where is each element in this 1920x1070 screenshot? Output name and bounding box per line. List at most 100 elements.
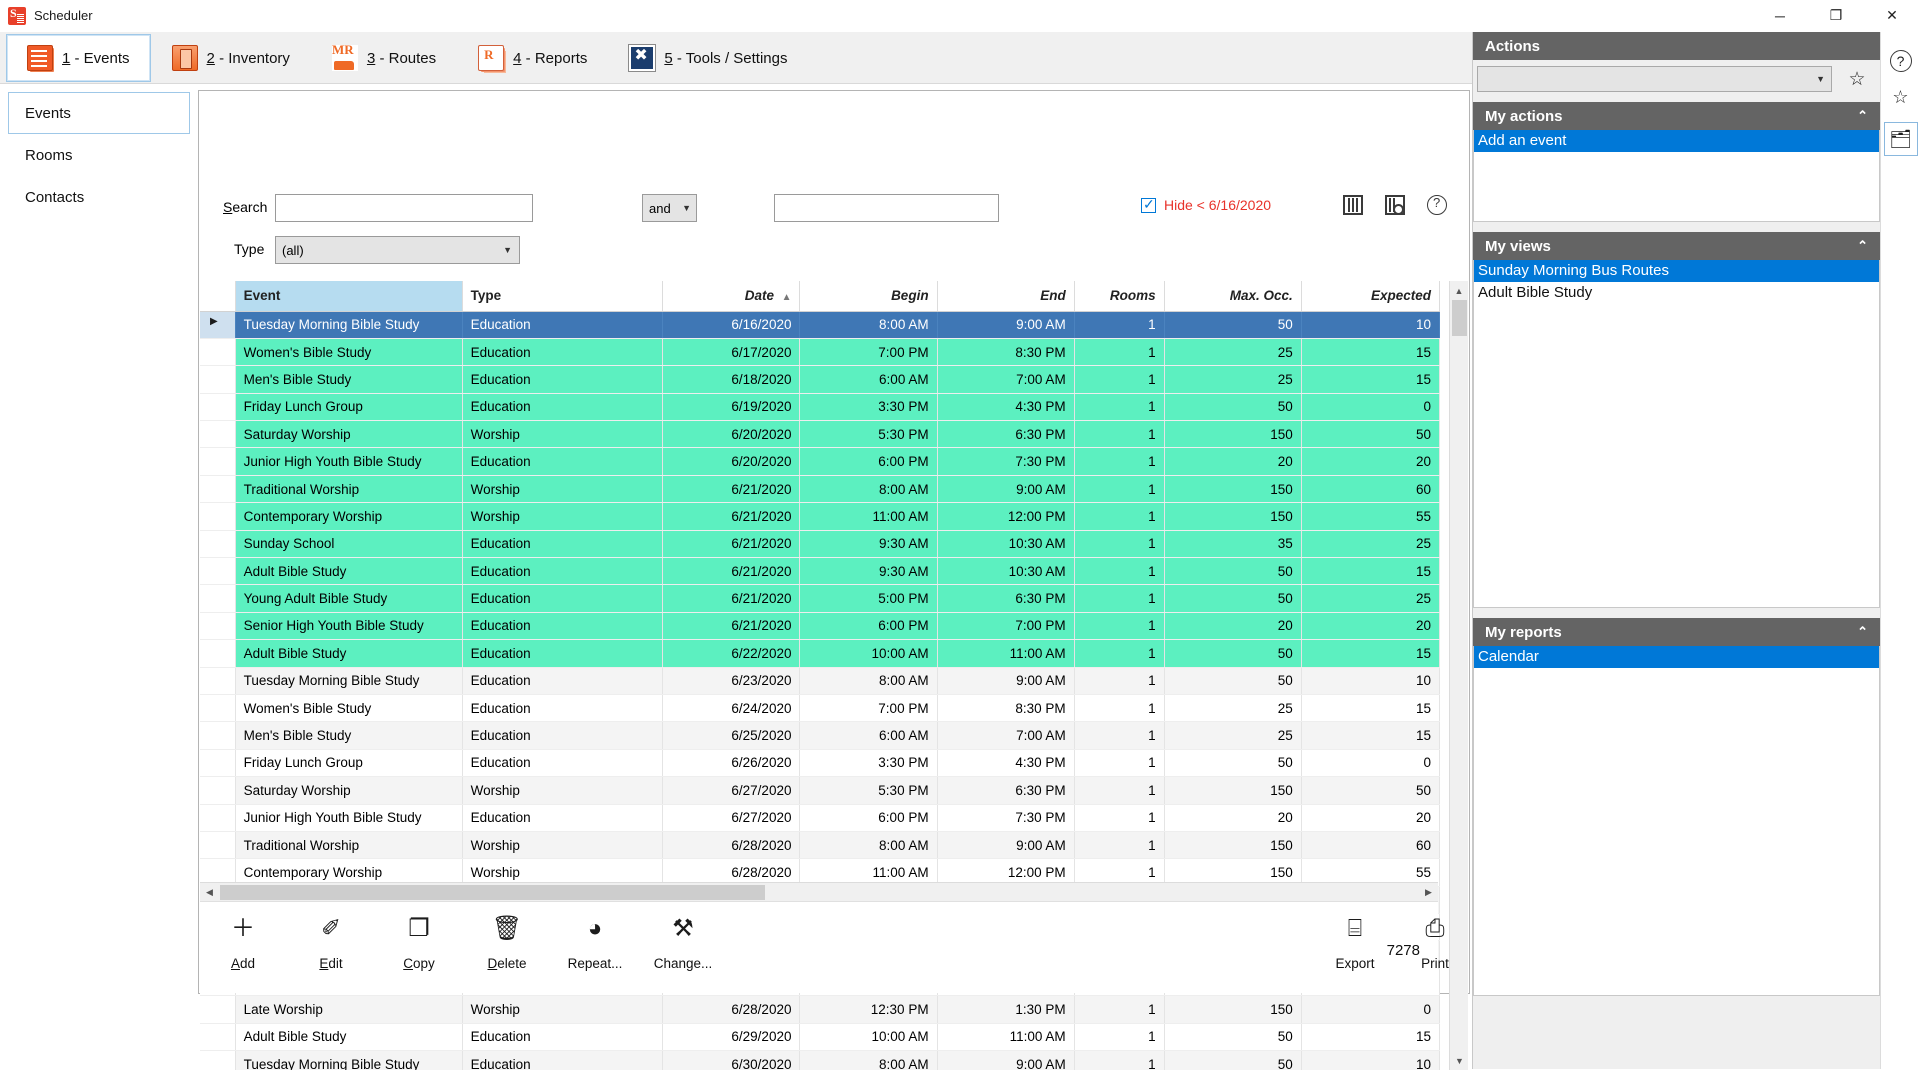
column-header-date[interactable]: Date ▲	[662, 281, 801, 312]
table-row[interactable]: Women's Bible Study Education 6/17/2020 7:0…	[200, 338, 1440, 367]
search-input[interactable]	[275, 194, 533, 222]
table-row[interactable]: Saturday Worship Worship 6/20/2020 5:30 PM 6…	[200, 420, 1440, 449]
row-marker[interactable]	[200, 995, 236, 1024]
row-marker[interactable]	[200, 584, 236, 613]
table-row[interactable]: Men's Bible Study Education 6/18/2020 6:00 …	[200, 365, 1440, 394]
chevron-up-icon[interactable]: ⌃	[1857, 624, 1868, 640]
row-marker[interactable]	[200, 1050, 236, 1070]
tab-reports[interactable]: 4 - Reports	[457, 34, 608, 82]
column-header-type[interactable]: Type	[462, 281, 664, 312]
row-marker[interactable]	[200, 831, 236, 860]
column-header-expected[interactable]: Expected	[1301, 281, 1440, 312]
tab-events[interactable]: 1 - Events	[6, 34, 151, 82]
row-marker[interactable]	[200, 475, 236, 504]
row-marker[interactable]	[200, 776, 236, 805]
column-header-rooms[interactable]: Rooms	[1074, 281, 1165, 312]
row-marker[interactable]	[200, 557, 236, 586]
sidebar-item-contacts[interactable]: Contacts	[8, 176, 190, 218]
list-item-sunday-morning-bus-routes[interactable]: Sunday Morning Bus Routes	[1474, 260, 1879, 282]
tab-routes[interactable]: 3 - Routes	[311, 34, 457, 82]
vertical-scroll-thumb[interactable]	[1452, 300, 1467, 336]
search-input-secondary[interactable]	[774, 194, 999, 222]
favorite-star-icon[interactable]: ☆	[1884, 80, 1918, 114]
minimize-button[interactable]: ─	[1752, 0, 1808, 32]
grid-view-icon[interactable]	[1343, 195, 1363, 215]
table-row[interactable]: Traditional Worship Worship 6/28/2020 8:00 …	[200, 831, 1440, 860]
table-row[interactable]: Young Adult Bible Study Education 6/21/202…	[200, 584, 1440, 613]
maximize-button[interactable]: ❐	[1808, 0, 1864, 32]
column-header-begin[interactable]: Begin	[799, 281, 938, 312]
operator-select[interactable]: and ▼	[642, 194, 697, 222]
tab-tools-settings[interactable]: 5 - Tools / Settings	[608, 34, 808, 82]
hide-before-date-checkbox[interactable]: Hide < 6/16/2020	[1141, 196, 1271, 213]
chevron-up-icon[interactable]: ⌃	[1857, 238, 1868, 254]
scroll-right-icon[interactable]: ▶	[1419, 883, 1438, 902]
edit-button[interactable]: ✐ Edit	[288, 914, 374, 971]
column-header-max-occ[interactable]: Max. Occ.	[1164, 281, 1302, 312]
my-actions-header[interactable]: My actions ⌃	[1473, 102, 1880, 130]
table-row[interactable]: Late Worship Worship 6/28/2020 12:30 PM 1:30…	[200, 995, 1440, 1024]
row-marker[interactable]	[200, 612, 236, 641]
change-button[interactable]: ⚒ Change...	[640, 914, 726, 971]
row-marker[interactable]	[200, 338, 236, 367]
table-row[interactable]: Junior High Youth Bible Study Education 6/…	[200, 804, 1440, 832]
close-button[interactable]: ✕	[1864, 0, 1920, 32]
column-header-end[interactable]: End	[937, 281, 1075, 312]
table-row[interactable]: Saturday Worship Worship 6/27/2020 5:30 PM 6…	[200, 776, 1440, 805]
row-marker[interactable]	[200, 311, 236, 339]
copy-button[interactable]: ❐ Copy	[376, 914, 462, 971]
table-row[interactable]: Sunday School Education 6/21/2020 9:30 AM 10…	[200, 530, 1440, 559]
row-marker[interactable]	[200, 749, 236, 778]
repeat-button[interactable]: ◕ Repeat...	[552, 914, 638, 971]
row-marker[interactable]	[200, 530, 236, 559]
table-row[interactable]: Adult Bible Study Education 6/22/2020 10:00…	[200, 639, 1440, 668]
row-marker[interactable]	[200, 420, 236, 449]
grid-detail-icon[interactable]	[1385, 195, 1405, 215]
list-item-calendar[interactable]: Calendar	[1474, 646, 1879, 668]
row-marker[interactable]	[200, 502, 236, 531]
favorite-star-icon[interactable]: ☆	[1840, 68, 1874, 91]
row-marker[interactable]	[200, 447, 236, 476]
scroll-up-icon[interactable]: ▲	[1450, 281, 1468, 300]
table-row[interactable]: Tuesday Morning Bible StudyEducation6/16…	[200, 311, 1440, 339]
column-header-event[interactable]: Event	[235, 281, 463, 312]
table-row[interactable]: Men's Bible Study Education 6/25/2020 6:00 …	[200, 721, 1440, 750]
calendar-save-icon[interactable]: 🗂	[1883, 122, 1918, 156]
actions-combo[interactable]: ▼	[1477, 66, 1832, 92]
row-marker[interactable]	[200, 639, 236, 668]
table-row[interactable]: Women's Bible Study Education 6/24/2020 7:0…	[200, 694, 1440, 723]
help-icon[interactable]	[1427, 195, 1447, 215]
table-row[interactable]: Friday Lunch Group Education 6/19/2020 3:30…	[200, 393, 1440, 422]
table-row[interactable]: Tuesday Morning Bible Study Education 6/23…	[200, 667, 1440, 695]
row-marker[interactable]	[200, 804, 236, 832]
row-marker[interactable]	[200, 365, 236, 394]
my-reports-header[interactable]: My reports ⌃	[1473, 618, 1880, 646]
table-row[interactable]: Tuesday Morning Bible Study Education 6/30…	[200, 1050, 1440, 1070]
scroll-down-icon[interactable]: ▼	[1450, 1051, 1469, 1070]
horizontal-scroll-thumb[interactable]	[220, 885, 765, 900]
sidebar-item-rooms[interactable]: Rooms	[8, 134, 190, 176]
table-row[interactable]: Adult Bible Study Education 6/29/2020 10:00…	[200, 1023, 1440, 1052]
my-views-header[interactable]: My views ⌃	[1473, 232, 1880, 260]
table-row[interactable]: Junior High Youth Bible Study Education 6/…	[200, 447, 1440, 476]
sidebar-item-events[interactable]: Events	[8, 92, 190, 134]
table-row[interactable]: Contemporary Worship Worship 6/21/2020 11:0…	[200, 502, 1440, 531]
chevron-up-icon[interactable]: ⌃	[1857, 108, 1868, 124]
list-item-add-an-event[interactable]: Add an event	[1474, 130, 1879, 152]
add-button[interactable]: ＋ Add	[200, 914, 286, 971]
tab-inventory[interactable]: 2 - Inventory	[151, 34, 311, 82]
delete-button[interactable]: 🗑 Delete	[464, 914, 550, 971]
help-circle-icon[interactable]: ?	[1889, 50, 1912, 72]
list-item-adult-bible-study[interactable]: Adult Bible Study	[1474, 282, 1879, 304]
type-select[interactable]: (all) ▼	[275, 236, 520, 264]
grid-horizontal-scrollbar[interactable]: ◀ ▶	[200, 882, 1438, 901]
row-marker[interactable]	[200, 1023, 236, 1052]
table-row[interactable]: Senior High Youth Bible StudyEducation6/…	[200, 612, 1440, 641]
export-button[interactable]: ⌸ Export	[1312, 914, 1398, 971]
table-row[interactable]: Friday Lunch Group Education 6/26/2020 3:30…	[200, 749, 1440, 778]
row-marker[interactable]	[200, 393, 236, 422]
table-row[interactable]: Traditional Worship Worship 6/21/2020 8:00 …	[200, 475, 1440, 504]
row-marker[interactable]	[200, 667, 236, 695]
row-marker[interactable]	[200, 694, 236, 723]
scroll-left-icon[interactable]: ◀	[200, 883, 219, 902]
